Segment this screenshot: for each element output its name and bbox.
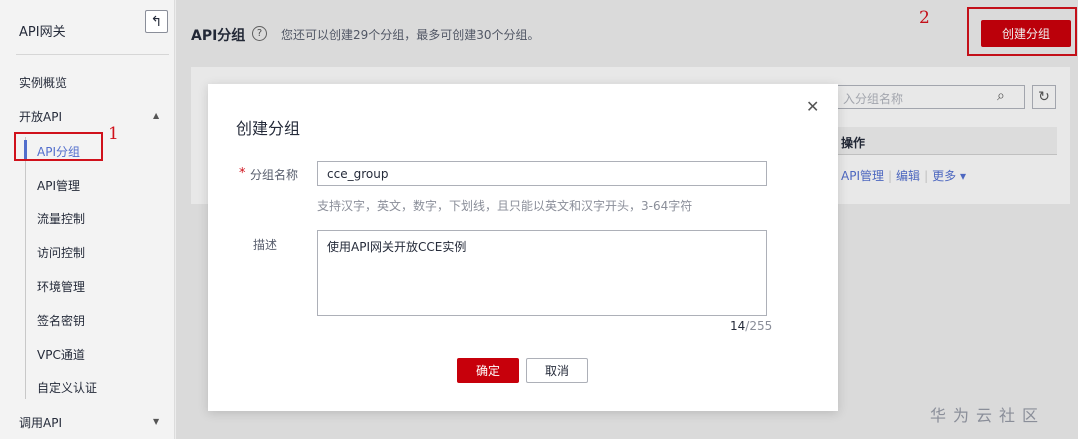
annotation-number-1: 1 (108, 124, 119, 144)
sidebar-item-overview[interactable]: 实例概览 (19, 74, 67, 91)
chevron-up-icon[interactable]: ▲ (153, 111, 159, 120)
sidebar-title: API网关 (19, 25, 66, 40)
cancel-button[interactable]: 取消 (526, 358, 588, 383)
sidebar-item-api-manage[interactable]: API管理 (37, 177, 80, 194)
sidebar-item-custom-auth[interactable]: 自定义认证 (37, 379, 97, 396)
close-icon[interactable]: ✕ (806, 97, 819, 116)
sidebar-item-environment[interactable]: 环境管理 (37, 278, 85, 295)
annotation-box-1 (14, 132, 103, 161)
sidebar-item-call-api[interactable]: 调用API (19, 414, 62, 431)
char-count: 14/255 (730, 319, 772, 333)
group-name-input[interactable] (317, 161, 767, 186)
group-name-label: 分组名称 (250, 168, 299, 182)
sidebar-item-access-control[interactable]: 访问控制 (37, 244, 85, 261)
group-name-hint: 支持汉字，英文，数字，下划线，且只能以英文和汉字开头，3-64字符 (317, 199, 693, 213)
char-count-max: /255 (745, 319, 773, 333)
sidebar-item-traffic-control[interactable]: 流量控制 (37, 210, 85, 227)
sidebar-divider (16, 54, 169, 55)
dialog-title: 创建分组 (236, 119, 301, 138)
sidebar-item-signature-key[interactable]: 签名密钥 (37, 312, 85, 329)
description-textarea[interactable]: 使用API网关开放CCE实例 (317, 230, 767, 316)
confirm-button[interactable]: 确定 (457, 358, 519, 383)
collapse-sidebar-icon[interactable]: ↰ (145, 10, 168, 33)
sidebar-item-vpc-channel[interactable]: VPC通道 (37, 346, 85, 363)
char-count-current: 14 (730, 319, 746, 333)
watermark: 华为云社区 (930, 406, 1046, 425)
sidebar-item-open-api[interactable]: 开放API (19, 108, 62, 125)
description-label: 描述 (253, 238, 278, 252)
required-marker: * (239, 166, 246, 181)
sidebar: API网关 ↰ 实例概览 开放API ▲ API分组 API管理 流量控制 访问… (0, 0, 175, 439)
chevron-down-icon[interactable]: ▼ (153, 417, 159, 426)
submenu-guide-line (25, 137, 26, 399)
